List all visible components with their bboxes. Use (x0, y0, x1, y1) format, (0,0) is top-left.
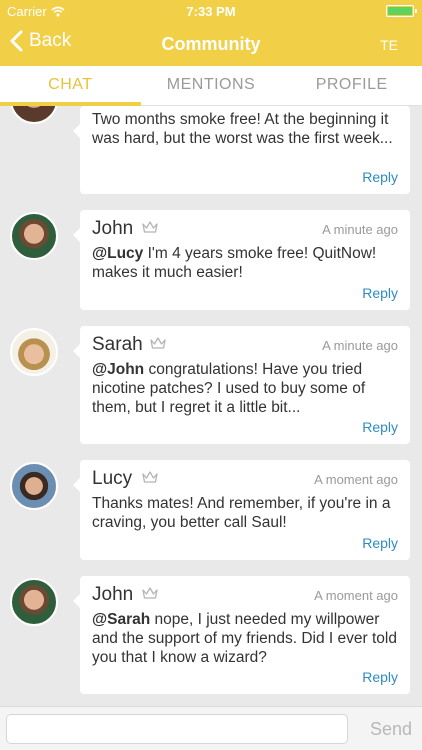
tab-profile[interactable]: PROFILE (281, 66, 422, 105)
avatar[interactable] (10, 106, 58, 124)
chat-message: Lucy A moment ago Thanks mates! And reme… (0, 460, 422, 570)
crown-icon (142, 221, 158, 233)
reply-button[interactable]: Reply (362, 169, 398, 185)
composer-bar: Send (0, 706, 422, 750)
battery-icon (386, 5, 417, 17)
author-name: Sarah (92, 334, 143, 355)
chat-list[interactable]: Two months smoke free! At the beginning … (0, 106, 422, 706)
mention-link[interactable]: @John (92, 361, 144, 378)
avatar[interactable] (10, 578, 58, 626)
author-name: John (92, 218, 134, 239)
crown-icon (150, 337, 166, 349)
message-timestamp: A moment ago (314, 588, 398, 603)
mention-link[interactable]: @Lucy (92, 245, 143, 262)
message-text: Two months smoke free! At the beginning … (92, 111, 393, 147)
page-title: Community (161, 34, 261, 54)
status-time: 7:33 PM (186, 4, 236, 19)
reply-button[interactable]: Reply (362, 535, 398, 551)
message-timestamp: A minute ago (322, 222, 398, 237)
send-button[interactable]: Send (370, 719, 412, 740)
message-bubble: Two months smoke free! At the beginning … (73, 106, 410, 194)
chat-message: John A moment ago @Sarah nope, I just ne… (0, 576, 422, 702)
crown-icon (142, 471, 158, 483)
avatar[interactable] (10, 212, 58, 260)
tab-mentions[interactable]: MENTIONS (141, 66, 282, 105)
status-bar: Carrier 7:33 PM (0, 0, 422, 22)
message-text: @Lucy I'm 4 years smoke free! QuitNow! m… (92, 245, 377, 281)
message-bubble: John A minute ago @Lucy I'm 4 years smok… (73, 210, 410, 310)
avatar[interactable] (10, 328, 58, 376)
chat-message: Two months smoke free! At the beginning … (0, 106, 422, 206)
message-bubble: John A moment ago @Sarah nope, I just ne… (73, 576, 410, 694)
avatar[interactable] (10, 462, 58, 510)
crown-icon (142, 587, 158, 599)
author-name: Lucy (92, 468, 133, 489)
mention-link[interactable]: @Sarah (92, 611, 150, 628)
user-initials-button[interactable]: TE (380, 37, 398, 53)
message-timestamp: A minute ago (322, 338, 398, 353)
chat-message: Sarah A minute ago @John congratulations… (0, 326, 422, 452)
message-timestamp: A moment ago (314, 472, 398, 487)
reply-button[interactable]: Reply (362, 285, 398, 301)
tab-chat[interactable]: CHAT (0, 66, 141, 106)
message-bubble: Lucy A moment ago Thanks mates! And reme… (73, 460, 410, 560)
tab-bar: CHAT MENTIONS PROFILE (0, 66, 422, 106)
reply-button[interactable]: Reply (362, 669, 398, 685)
chat-message: John A minute ago @Lucy I'm 4 years smok… (0, 210, 422, 320)
message-input[interactable] (6, 714, 348, 744)
message-text: @John congratulations! Have you tried ni… (92, 361, 366, 416)
message-bubble: Sarah A minute ago @John congratulations… (73, 326, 410, 444)
message-text: @Sarah nope, I just needed my willpower … (92, 611, 397, 666)
nav-bar: Back Community TE (0, 22, 422, 66)
reply-button[interactable]: Reply (362, 419, 398, 435)
message-text: Thanks mates! And remember, if you're in… (92, 495, 391, 531)
author-name: John (92, 584, 134, 605)
